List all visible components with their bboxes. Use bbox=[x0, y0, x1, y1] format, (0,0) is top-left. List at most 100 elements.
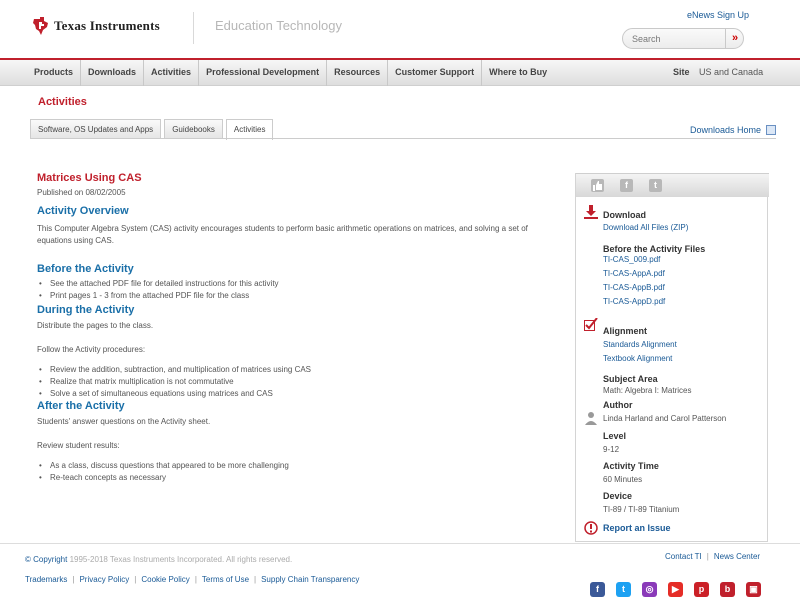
downloads-home-link[interactable]: Downloads Home bbox=[690, 125, 777, 135]
privacy-policy-link[interactable]: Privacy Policy bbox=[79, 575, 129, 584]
cookie-policy-link[interactable]: Cookie Policy bbox=[141, 575, 189, 584]
home-icon[interactable] bbox=[766, 125, 777, 135]
level-value: 9-12 bbox=[603, 445, 620, 454]
overview-text: This Computer Algebra System (CAS) activ… bbox=[37, 224, 528, 245]
copyright-link[interactable]: © Copyright bbox=[25, 555, 67, 564]
tab-divider bbox=[30, 138, 776, 139]
overview-heading: Activity Overview bbox=[37, 205, 129, 217]
site-value[interactable]: US and Canada bbox=[699, 67, 763, 77]
during-text-2: Follow the Activity procedures: bbox=[37, 345, 146, 354]
list-item: Solve a set of simultaneous equations us… bbox=[37, 388, 537, 400]
site-tagline: Education Technology bbox=[215, 18, 342, 33]
trademarks-link[interactable]: Trademarks bbox=[25, 575, 67, 584]
checkmark-icon bbox=[584, 318, 598, 331]
author-heading: Author bbox=[603, 400, 633, 410]
download-heading: Download bbox=[603, 210, 646, 220]
blog-icon[interactable]: b bbox=[720, 582, 735, 597]
level-heading: Level bbox=[603, 431, 627, 441]
nav-item-activities[interactable]: Activities bbox=[144, 60, 200, 86]
during-text-1: Distribute the pages to the class. bbox=[37, 321, 154, 330]
nav-item-professional-development[interactable]: Professional Development bbox=[199, 60, 328, 86]
before-list: See the attached PDF file for detailed i… bbox=[37, 278, 537, 302]
pinterest-icon[interactable]: p bbox=[694, 582, 709, 597]
twitter-icon[interactable]: t bbox=[616, 582, 631, 597]
tube-icon[interactable]: ▣ bbox=[746, 582, 761, 597]
during-heading: During the Activity bbox=[37, 304, 135, 316]
list-item: Print pages 1 - 3 from the attached PDF … bbox=[37, 290, 537, 302]
footer-legal-links: Trademarks | Privacy Policy | Cookie Policy |… bbox=[25, 575, 360, 584]
search-submit-icon[interactable]: » bbox=[725, 29, 744, 48]
main-nav: Products Downloads Activities Profession… bbox=[0, 58, 800, 86]
file-link[interactable]: TI-CAS-AppD.pdf bbox=[603, 297, 665, 306]
during-list: Review the addition, subtraction, and mu… bbox=[37, 364, 537, 400]
brand-name: Texas Instruments bbox=[54, 18, 160, 33]
nav-item-resources[interactable]: Resources bbox=[327, 60, 389, 86]
subject-area-heading: Subject Area bbox=[603, 374, 658, 384]
footer-contact-links: Contact TI | News Center bbox=[665, 552, 761, 561]
facebook-icon[interactable]: f bbox=[620, 179, 633, 192]
author-value: Linda Harland and Carol Patterson bbox=[603, 414, 727, 423]
activity-time-heading: Activity Time bbox=[603, 461, 659, 471]
enews-signup-link[interactable]: eNews Sign Up bbox=[687, 10, 749, 20]
textbook-alignment-link[interactable]: Textbook Alignment bbox=[603, 354, 672, 363]
tab-activities[interactable]: Activities bbox=[225, 119, 274, 140]
after-list: As a class, discuss questions that appea… bbox=[37, 460, 537, 484]
ti-logo[interactable]: Texas Instruments bbox=[33, 17, 160, 35]
facebook-icon[interactable]: f bbox=[590, 582, 605, 597]
report-issue-icon[interactable] bbox=[584, 521, 598, 535]
copyright-text: 1995-2018 Texas Instruments Incorporated… bbox=[67, 555, 293, 564]
activity-title: Matrices Using CAS bbox=[37, 172, 142, 184]
page-title: Activities bbox=[38, 96, 87, 108]
download-icon bbox=[584, 205, 598, 219]
before-files-heading: Before the Activity Files bbox=[603, 244, 706, 254]
device-heading: Device bbox=[603, 491, 633, 501]
list-item: Realize that matrix multiplication is no… bbox=[37, 376, 537, 388]
after-heading: After the Activity bbox=[37, 400, 125, 412]
subject-area-value: Math: Algebra I: Matrices bbox=[603, 386, 692, 395]
download-all-link[interactable]: Download All Files (ZIP) bbox=[603, 223, 688, 232]
report-issue-link[interactable]: Report an Issue bbox=[603, 523, 671, 533]
list-item: See the attached PDF file for detailed i… bbox=[37, 278, 537, 290]
before-heading: Before the Activity bbox=[37, 263, 134, 275]
file-link[interactable]: TI-CAS_009.pdf bbox=[603, 255, 660, 264]
search-box[interactable]: Search » bbox=[622, 28, 744, 49]
search-input[interactable]: Search bbox=[632, 34, 661, 44]
thumbs-up-icon[interactable] bbox=[591, 179, 604, 192]
device-value: TI-89 / TI-89 Titanium bbox=[603, 505, 680, 514]
activity-sidebar: f t Download Download All Files (ZIP) Be… bbox=[575, 173, 769, 542]
site-selector[interactable]: Site US and Canada bbox=[673, 60, 763, 84]
contact-ti-link[interactable]: Contact TI bbox=[665, 552, 702, 561]
tab-software-os-updates[interactable]: Software, OS Updates and Apps bbox=[30, 119, 162, 139]
activity-content: Matrices Using CAS Published on 08/02/20… bbox=[37, 172, 537, 484]
list-item: Review the addition, subtraction, and mu… bbox=[37, 364, 537, 376]
share-bar: f t bbox=[576, 173, 769, 197]
footer-divider bbox=[0, 543, 800, 544]
social-links: f t ◎ ▶ p b ▣ bbox=[590, 582, 761, 597]
site-label: Site bbox=[673, 67, 690, 77]
nav-item-products[interactable]: Products bbox=[27, 60, 82, 86]
header-divider bbox=[193, 12, 194, 44]
tab-bar: Software, OS Updates and Apps Guidebooks… bbox=[30, 119, 274, 140]
activity-time-value: 60 Minutes bbox=[603, 475, 643, 484]
standards-alignment-link[interactable]: Standards Alignment bbox=[603, 340, 677, 349]
downloads-home-label[interactable]: Downloads Home bbox=[690, 125, 761, 135]
texas-state-logo-icon bbox=[33, 17, 48, 35]
author-icon bbox=[585, 412, 597, 425]
after-text-2: Review student results: bbox=[37, 441, 120, 450]
terms-of-use-link[interactable]: Terms of Use bbox=[202, 575, 249, 584]
tab-guidebooks[interactable]: Guidebooks bbox=[164, 119, 223, 139]
nav-item-downloads[interactable]: Downloads bbox=[81, 60, 145, 86]
instagram-icon[interactable]: ◎ bbox=[642, 582, 657, 597]
file-link[interactable]: TI-CAS-AppB.pdf bbox=[603, 283, 665, 292]
nav-item-where-to-buy[interactable]: Where to Buy bbox=[482, 60, 554, 86]
list-item: As a class, discuss questions that appea… bbox=[37, 460, 537, 472]
published-date: Published on 08/02/2005 bbox=[37, 188, 126, 197]
youtube-icon[interactable]: ▶ bbox=[668, 582, 683, 597]
news-center-link[interactable]: News Center bbox=[714, 552, 760, 561]
list-item: Re-teach concepts as necessary bbox=[37, 472, 537, 484]
supply-chain-link[interactable]: Supply Chain Transparency bbox=[261, 575, 359, 584]
twitter-icon[interactable]: t bbox=[649, 179, 662, 192]
file-link[interactable]: TI-CAS-AppA.pdf bbox=[603, 269, 665, 278]
nav-item-customer-support[interactable]: Customer Support bbox=[388, 60, 483, 86]
after-text-1: Students' answer questions on the Activi… bbox=[37, 417, 211, 426]
